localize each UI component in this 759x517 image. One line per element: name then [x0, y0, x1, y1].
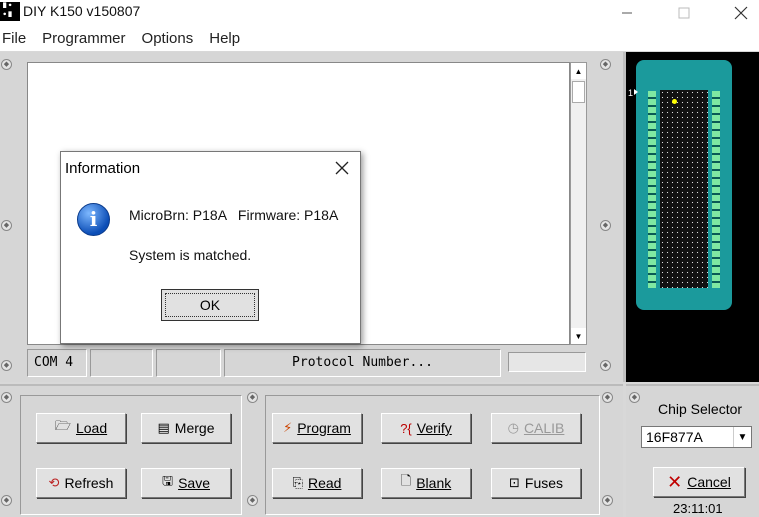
menu-file[interactable]: File [0, 30, 34, 47]
save-button[interactable]: 🖫 Save [141, 468, 231, 498]
pin1-marker [672, 99, 677, 104]
pin1-label: 1 [628, 88, 634, 98]
pin1-arrow-icon [634, 89, 638, 95]
refresh-label: Refresh [64, 475, 114, 491]
load-label: Load [75, 420, 108, 436]
splitter-handle-icon[interactable]: ◆ [1, 392, 12, 403]
dialog-body: i MicroBrn: P18A Firmware: P18A System i… [61, 183, 360, 343]
menu-help[interactable]: Help [201, 30, 248, 47]
clock: 23:11:01 [673, 501, 723, 516]
chip-selector-value: 16F877A [646, 429, 703, 445]
system-status-message: System is matched. [129, 247, 252, 263]
splitter-handle-icon[interactable]: ◆ [629, 392, 640, 403]
splitter-handle-icon[interactable]: ◆ [600, 360, 611, 371]
cancel-button[interactable]: ✕ Cancel [653, 467, 745, 497]
floppy-disk-icon: 🖫 [162, 473, 174, 488]
fuses-button[interactable]: ⊡ Fuses [491, 468, 581, 498]
fuses-label: Fuses [524, 475, 564, 491]
chip-pins-right [712, 91, 720, 288]
read-button[interactable]: ⎘ Read [272, 468, 362, 498]
calibrate-icon: ◷ [507, 420, 519, 435]
read-chip-icon: ⎘ [292, 475, 303, 490]
status-cell [156, 349, 221, 377]
chip-selector-dropdown[interactable]: 16F877A ▼ [641, 426, 752, 448]
cancel-label: Cancel [687, 474, 731, 490]
close-icon [734, 6, 748, 19]
com-port-status: COM 4 [27, 349, 87, 377]
merge-label: Merge [174, 420, 215, 436]
chip-diagram-panel: 1 [626, 52, 759, 382]
blank-label: Blank [416, 475, 452, 491]
splitter-handle-icon[interactable]: ◆ [1, 59, 12, 70]
status-bar: COM 4 Protocol Number... [27, 349, 587, 377]
menu-programmer[interactable]: Programmer [34, 30, 133, 47]
fuses-icon: ⊡ [508, 475, 520, 490]
dialog-close-button[interactable] [332, 158, 352, 178]
load-button[interactable]: 🗁 Load [36, 413, 126, 443]
information-dialog: Information i MicroBrn: P18A Firmware: P… [60, 151, 361, 344]
scroll-up-icon[interactable]: ▲ [571, 63, 586, 79]
information-icon: i [77, 203, 110, 236]
protocol-status: Protocol Number... [224, 349, 501, 377]
title-bar: ∎∙ ∙∎ DIY K150 v150807 [0, 0, 759, 25]
splitter-handle-icon[interactable]: ◆ [602, 392, 613, 403]
chip-selector-label: Chip Selector [658, 401, 743, 417]
folder-open-icon: 🗁 [54, 418, 71, 433]
save-label: Save [178, 475, 210, 491]
chip-die [660, 90, 708, 288]
scroll-down-icon[interactable]: ▼ [571, 328, 586, 344]
progress-bar [508, 352, 586, 372]
minimize-icon [622, 12, 632, 13]
splitter-handle-icon[interactable]: ◆ [600, 59, 611, 70]
refresh-button[interactable]: ⟲ Refresh [36, 468, 126, 498]
close-button[interactable] [718, 0, 759, 25]
maximize-icon [678, 7, 690, 18]
cancel-x-icon: ✕ [667, 471, 683, 492]
program-button[interactable]: ⚡ Program [272, 413, 362, 443]
chevron-down-icon[interactable]: ▼ [733, 427, 751, 447]
blank-button[interactable]: 🗋 Blank [381, 468, 471, 498]
splitter-handle-icon[interactable]: ◆ [602, 495, 613, 506]
splitter-handle-icon[interactable]: ◆ [247, 392, 258, 403]
splitter-handle-icon[interactable]: ◆ [600, 220, 611, 231]
refresh-icon: ⟲ [48, 475, 60, 490]
splitter-handle-icon[interactable]: ◆ [247, 495, 258, 506]
verify-icon: ?{ [400, 420, 412, 436]
chip-socket [636, 60, 732, 310]
minimize-button[interactable] [604, 0, 650, 25]
window-title: DIY K150 v150807 [23, 3, 141, 19]
program-label: Program [297, 420, 351, 436]
menu-bar: File Programmer Options Help [0, 25, 759, 51]
read-label: Read [307, 475, 342, 491]
editor-scrollbar[interactable]: ▲ ▼ [570, 62, 587, 345]
splitter-handle-icon[interactable]: ◆ [1, 360, 12, 371]
program-chip-icon: ⚡ [283, 420, 293, 435]
verify-button[interactable]: ?{Verify [381, 413, 471, 443]
status-cell [90, 349, 153, 377]
blank-page-icon: 🗋 [400, 473, 412, 488]
calib-button[interactable]: ◷ CALIB [491, 413, 581, 443]
merge-icon: ▤ [157, 420, 170, 435]
dialog-title: Information [65, 160, 141, 177]
verify-label: Verify [416, 420, 452, 436]
firmware-message: MicroBrn: P18A Firmware: P18A [129, 207, 339, 223]
calib-label: CALIB [523, 420, 565, 436]
merge-button[interactable]: ▤ Merge [141, 413, 231, 443]
ok-label: OK [199, 297, 221, 313]
close-icon [335, 161, 349, 175]
app-icon[interactable]: ∎∙ ∙∎ [0, 2, 20, 21]
splitter-handle-icon[interactable]: ◆ [1, 495, 12, 506]
menu-options[interactable]: Options [134, 30, 202, 47]
ok-button[interactable]: OK [161, 289, 259, 321]
dialog-title-bar[interactable]: Information [61, 152, 360, 183]
scroll-thumb[interactable] [572, 81, 585, 103]
splitter-handle-icon[interactable]: ◆ [1, 220, 12, 231]
chip-pins-left [648, 91, 656, 288]
maximize-button[interactable] [661, 0, 707, 25]
